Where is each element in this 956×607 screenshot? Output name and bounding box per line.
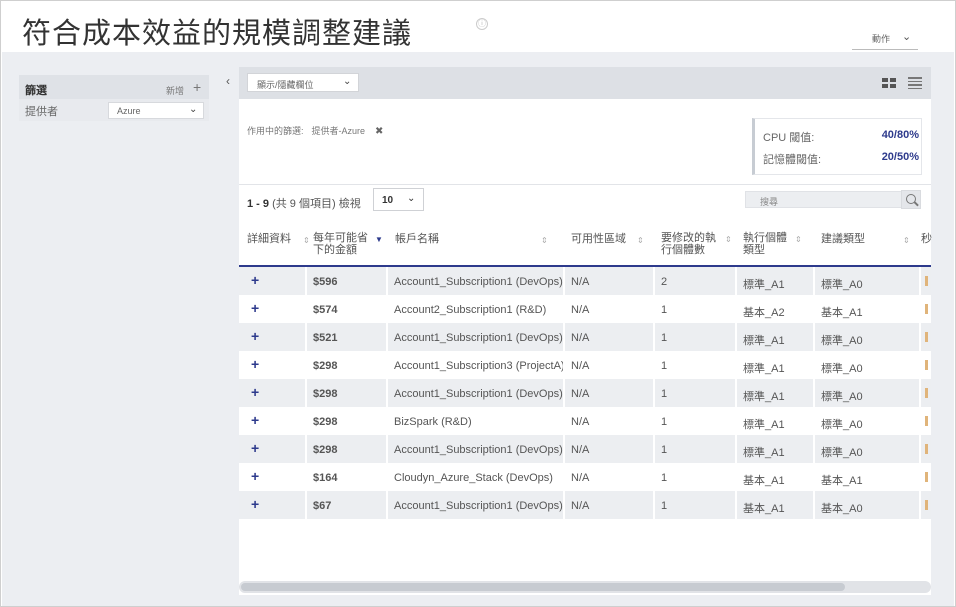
chevron-down-icon: ⌄ (407, 193, 416, 204)
filter-panel: 篩選 新增 + 提供者 Azure ⌄ (19, 75, 209, 121)
col-header-savings[interactable]: 每年可能省 下的金額 ▼ (313, 232, 383, 256)
scrollbar-thumb[interactable] (241, 583, 845, 591)
search-button[interactable] (901, 190, 921, 209)
divider (239, 184, 931, 185)
sort-icon[interactable]: ⇕ (795, 234, 802, 246)
col-header-count[interactable]: 要修改的執 行個體數 ⇕ (661, 232, 732, 256)
search-input[interactable]: 搜尋 (745, 191, 919, 208)
sort-icon[interactable]: ⇕ (637, 235, 644, 247)
plus-icon[interactable]: + (193, 79, 201, 95)
table-row[interactable]: + $521 Account1_Subscription1 (DevOps) N… (239, 323, 931, 351)
cpu-threshold-value: 40/80% (881, 129, 919, 141)
main-panel: 顯示/隱藏欄位 ⌄ 作用中的篩選: 提供者-Azure ✖ CPU 閾值: 40/8… (239, 67, 932, 595)
column-toggle-dropdown[interactable]: 顯示/隱藏欄位 ⌄ (247, 73, 359, 92)
memory-threshold-label: 記憶體閾值: (763, 154, 822, 166)
paging-range: 1 - 9 (247, 198, 270, 210)
chevron-down-icon: ⌄ (902, 31, 912, 43)
col-header-details[interactable]: 詳細資料 ⇕ (247, 233, 310, 245)
expand-row-icon[interactable]: + (251, 412, 259, 428)
memory-threshold-value: 20/50% (881, 151, 919, 163)
col-header-seconds[interactable]: 秒 (921, 233, 932, 245)
col-header-recommendation[interactable]: 建議類型 ⇕ (821, 233, 910, 245)
table-row[interactable]: + $164 Cloudyn_Azure_Stack (DevOps) N/A … (239, 463, 931, 491)
paging-info: 1 - 9 (共 9 個項目) 檢視 (247, 195, 361, 211)
grid-view-icon[interactable] (882, 78, 896, 88)
col-header-account[interactable]: 帳戶名稱 ⇕ (395, 233, 548, 245)
actions-label: 動作 (872, 34, 891, 44)
sort-icon[interactable]: ⇕ (303, 235, 310, 247)
sort-icon[interactable]: ⇕ (903, 235, 910, 247)
horizontal-scrollbar[interactable] (239, 581, 931, 593)
table-row[interactable]: + $67 Account1_Subscription1 (DevOps) N/… (239, 491, 931, 519)
table-toolbar: 顯示/隱藏欄位 ⌄ (239, 67, 931, 99)
expand-row-icon[interactable]: + (251, 356, 259, 372)
filter-row-provider: 提供者 Azure ⌄ (19, 99, 209, 121)
table-row[interactable]: + $596 Account1_Subscription1 (DevOps) N… (239, 267, 931, 295)
page-size-value: 10 (382, 195, 394, 206)
actions-dropdown[interactable]: 動作 ⌄ (852, 26, 918, 50)
expand-row-icon[interactable]: + (251, 440, 259, 456)
cpu-threshold-label: CPU 閾值: (763, 132, 815, 144)
info-icon[interactable]: ⓘ (476, 18, 488, 30)
expand-row-icon[interactable]: + (251, 328, 259, 344)
filter-panel-header: 篩選 新增 + (19, 75, 209, 99)
chevron-down-icon: ⌄ (343, 76, 352, 87)
table-row[interactable]: + $298 Account1_Subscription1 (DevOps) N… (239, 379, 931, 407)
provider-select-value: Azure (117, 106, 141, 116)
expand-row-icon[interactable]: + (251, 496, 259, 512)
col-header-zone[interactable]: 可用性區域 ⇕ (571, 233, 644, 245)
page-title: 符合成本效益的規模調整建議 (22, 16, 413, 50)
active-filters: 作用中的篩選: 提供者-Azure ✖ (247, 124, 383, 137)
remove-filter-icon[interactable]: ✖ (375, 126, 383, 137)
threshold-box: CPU 閾值: 40/80% 記憶體閾值: 20/50% (752, 118, 922, 175)
list-view-icon[interactable] (908, 77, 922, 89)
page-size-select[interactable]: 10 ⌄ (373, 188, 424, 211)
expand-row-icon[interactable]: + (251, 468, 259, 484)
paging-total: (共 9 個項目) (272, 198, 336, 210)
table-header: 詳細資料 ⇕ 每年可能省 下的金額 ▼ 帳戶名稱 ⇕ 可用性區域 ⇕ 要修改的執… (239, 225, 932, 267)
cpu-threshold-row: CPU 閾值: 40/80% (763, 129, 919, 145)
page-header: 符合成本效益的規模調整建議 ⓘ 動作 ⌄ (2, 2, 954, 52)
sort-icon[interactable]: ⇕ (541, 235, 548, 247)
table-row[interactable]: + $298 BizSpark (R&D) N/A 1 標準_A1 標準_A0 (239, 407, 931, 435)
memory-threshold-row: 記憶體閾值: 20/50% (763, 151, 919, 167)
app-frame: 符合成本效益的規模調整建議 ⓘ 動作 ⌄ 篩選 新增 + 提供者 Azure ⌄… (0, 0, 956, 607)
sort-icon[interactable]: ⇕ (725, 234, 732, 246)
table-row[interactable]: + $298 Account1_Subscription1 (DevOps) N… (239, 435, 931, 463)
chevron-down-icon: ⌄ (189, 104, 198, 115)
view-label: 檢視 (338, 198, 361, 210)
filter-label: 提供者 (25, 106, 58, 118)
expand-row-icon[interactable]: + (251, 272, 259, 288)
collapse-panel-icon[interactable]: ‹ (226, 74, 230, 88)
search-placeholder: 搜尋 (760, 197, 779, 207)
col-header-instance-type[interactable]: 執行個體 類型 ⇕ (743, 232, 802, 256)
table-row[interactable]: + $574 Account2_Subscription1 (R&D) N/A … (239, 295, 931, 323)
expand-row-icon[interactable]: + (251, 300, 259, 316)
sort-active-icon[interactable]: ▼ (375, 234, 383, 246)
add-filter-button[interactable]: 新增 (166, 84, 184, 97)
active-filters-label: 作用中的篩選: (247, 126, 304, 136)
table-row[interactable]: + $298 Account1_Subscription3 (ProjectA)… (239, 351, 931, 379)
filter-title: 篩選 (25, 85, 47, 97)
active-filter-chip: 提供者-Azure (311, 126, 366, 136)
provider-select[interactable]: Azure ⌄ (108, 102, 204, 119)
column-toggle-label: 顯示/隱藏欄位 (257, 80, 314, 90)
expand-row-icon[interactable]: + (251, 384, 259, 400)
